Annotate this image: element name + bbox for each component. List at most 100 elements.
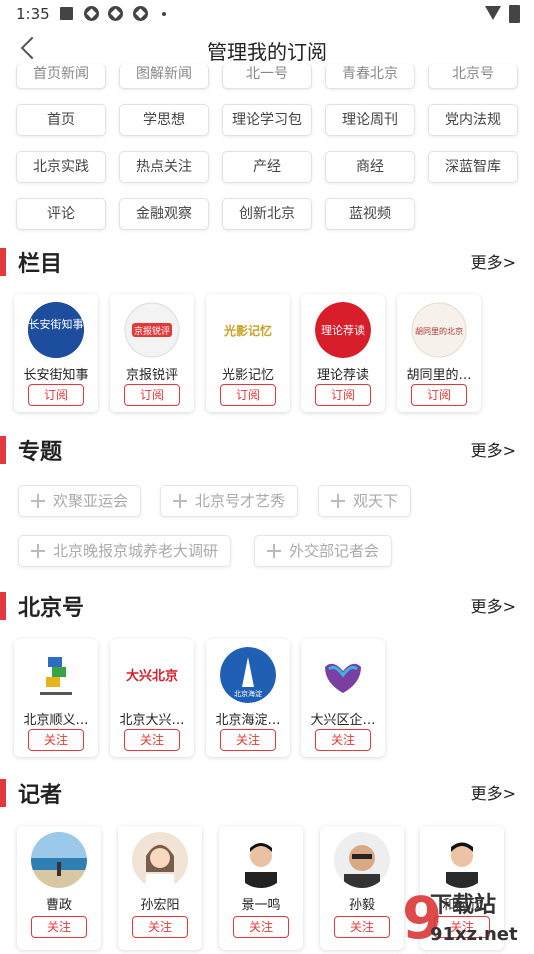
reporter-name: 曹政	[45, 898, 72, 913]
column-name: 光影记忆	[221, 368, 274, 383]
account-logo: 北京海淀	[220, 647, 276, 703]
status-bar: 1:35	[0, 0, 534, 28]
account-name: 北京顺义…	[23, 713, 89, 728]
topic-tag[interactable]: 外交部记者会	[254, 535, 393, 567]
account-card[interactable]: 大兴北京 北京大兴… 关注	[110, 639, 194, 757]
account-card[interactable]: 北京顺义… 关注	[14, 639, 98, 757]
column-card[interactable]: 长安街知事 长安街知事 订阅	[14, 294, 98, 412]
channel-tag[interactable]: 蓝视频	[325, 198, 415, 230]
more-link-topics[interactable]: 更多>	[471, 437, 516, 461]
follow-button[interactable]: 关注	[31, 916, 87, 938]
reporter-card[interactable]: 孙宏阳 关注	[118, 826, 202, 950]
channel-tag[interactable]: 北一号	[222, 64, 312, 89]
fan-icon	[133, 6, 148, 21]
reporter-avatar	[334, 832, 390, 888]
column-name: 理论荐读	[316, 368, 369, 383]
reporter-name: 孙毅	[348, 898, 375, 913]
channel-tag[interactable]: 深蓝智库	[428, 151, 518, 183]
channel-tag[interactable]: 创新北京	[222, 198, 312, 230]
more-notifications-icon	[162, 12, 166, 16]
reporter-name: 孙宏阳	[140, 898, 180, 913]
channel-tag[interactable]: 产经	[222, 151, 312, 183]
account-card[interactable]: 大兴区企… 关注	[301, 639, 385, 757]
more-link-reporters[interactable]: 更多>	[471, 780, 516, 804]
channel-tag[interactable]: 金融观察	[119, 198, 209, 230]
reporter-avatar	[233, 832, 289, 888]
channel-tag[interactable]: 理论学习包	[222, 104, 312, 136]
subscribe-button[interactable]: 订阅	[220, 384, 276, 406]
follow-button[interactable]: 关注	[132, 916, 188, 938]
section-marker	[0, 248, 6, 276]
channel-tag[interactable]: 商经	[325, 151, 415, 183]
follow-button[interactable]: 关注	[315, 729, 371, 751]
topic-tag[interactable]: 欢聚亚运会	[18, 485, 142, 517]
svg-text:胡同里的北京: 胡同里的北京	[415, 326, 463, 336]
channel-tag[interactable]: 首页	[16, 104, 106, 136]
column-card[interactable]: 理论荐读 理论荐读 订阅	[301, 294, 385, 412]
account-name: 北京海淀…	[215, 713, 281, 728]
account-name: 北京大兴…	[119, 713, 185, 728]
topic-tag[interactable]: 北京号才艺秀	[160, 485, 299, 517]
account-logo	[28, 647, 84, 703]
topic-tag[interactable]: 北京晚报京城养老大调研	[18, 535, 232, 567]
subscribe-button[interactable]: 订阅	[315, 384, 371, 406]
more-link-columns[interactable]: 更多>	[471, 249, 516, 273]
more-link-beijing-accounts[interactable]: 更多>	[471, 593, 516, 617]
reporter-name: 景一鸣	[241, 898, 281, 913]
plus-icon	[31, 494, 45, 508]
column-name: 胡同里的…	[406, 368, 472, 383]
topic-tag[interactable]: 观天下	[318, 485, 412, 517]
svg-text:光影记忆: 光影记忆	[223, 323, 272, 338]
reporter-card[interactable]: 景一鸣 关注	[219, 826, 303, 950]
subscribe-button[interactable]: 订阅	[28, 384, 84, 406]
channel-tag[interactable]: 党内法规	[428, 104, 518, 136]
section-marker	[0, 592, 6, 620]
follow-button[interactable]: 关注	[233, 916, 289, 938]
channel-tag[interactable]: 北京号	[428, 64, 518, 89]
subscribe-button[interactable]: 订阅	[124, 384, 180, 406]
reporter-card[interactable]: 孙毅 关注	[320, 826, 404, 950]
follow-button[interactable]: 关注	[334, 916, 390, 938]
svg-text:北京海淀: 北京海淀	[234, 689, 262, 698]
section-title-columns: 栏目	[18, 252, 63, 277]
notification-icon	[60, 7, 73, 20]
subscribe-button[interactable]: 订阅	[411, 384, 467, 406]
channel-tag[interactable]: 首页新闻	[16, 64, 106, 89]
svg-text:京报锐评: 京报锐评	[134, 325, 170, 337]
section-title-beijing-accounts: 北京号	[18, 596, 85, 621]
channel-tag[interactable]: 北京实践	[16, 151, 106, 183]
plus-icon	[31, 544, 45, 558]
reporter-avatar	[31, 832, 87, 888]
svg-text:大兴北京: 大兴北京	[126, 668, 178, 684]
follow-button[interactable]: 关注	[124, 729, 180, 751]
section-title-reporters: 记者	[18, 783, 63, 808]
section-marker	[0, 436, 6, 464]
account-logo	[315, 647, 371, 703]
channel-tag[interactable]: 热点关注	[119, 151, 209, 183]
svg-text:91xz.net: 91xz.net	[430, 924, 518, 945]
channel-tag[interactable]: 学思想	[119, 104, 209, 136]
account-card[interactable]: 北京海淀 北京海淀… 关注	[206, 639, 290, 757]
column-card[interactable]: 京报锐评 京报锐评 订阅	[110, 294, 194, 412]
column-name: 长安街知事	[23, 368, 89, 383]
fan-icon	[84, 6, 99, 21]
svg-text:理论荐读: 理论荐读	[321, 323, 365, 337]
channel-tag[interactable]: 图解新闻	[119, 64, 209, 89]
column-card[interactable]: 光影记忆 光影记忆 订阅	[206, 294, 290, 412]
channel-tag[interactable]: 青春北京	[325, 64, 415, 89]
wifi-icon	[485, 6, 501, 20]
topic-label: 欢聚亚运会	[53, 492, 129, 510]
column-card[interactable]: 胡同里的北京 胡同里的… 订阅	[397, 294, 481, 412]
channel-tag[interactable]: 评论	[16, 198, 106, 230]
battery-icon	[509, 5, 520, 23]
topic-label: 观天下	[353, 492, 399, 510]
follow-button[interactable]: 关注	[28, 729, 84, 751]
column-logo: 京报锐评	[124, 302, 180, 358]
account-logo: 大兴北京	[124, 647, 180, 703]
svg-text:下载站: 下载站	[430, 892, 496, 918]
page-title: 管理我的订阅	[207, 40, 327, 64]
reporter-card[interactable]: 曹政 关注	[17, 826, 101, 950]
channel-tag[interactable]: 理论周刊	[325, 104, 415, 136]
plus-icon	[173, 494, 187, 508]
follow-button[interactable]: 关注	[220, 729, 276, 751]
